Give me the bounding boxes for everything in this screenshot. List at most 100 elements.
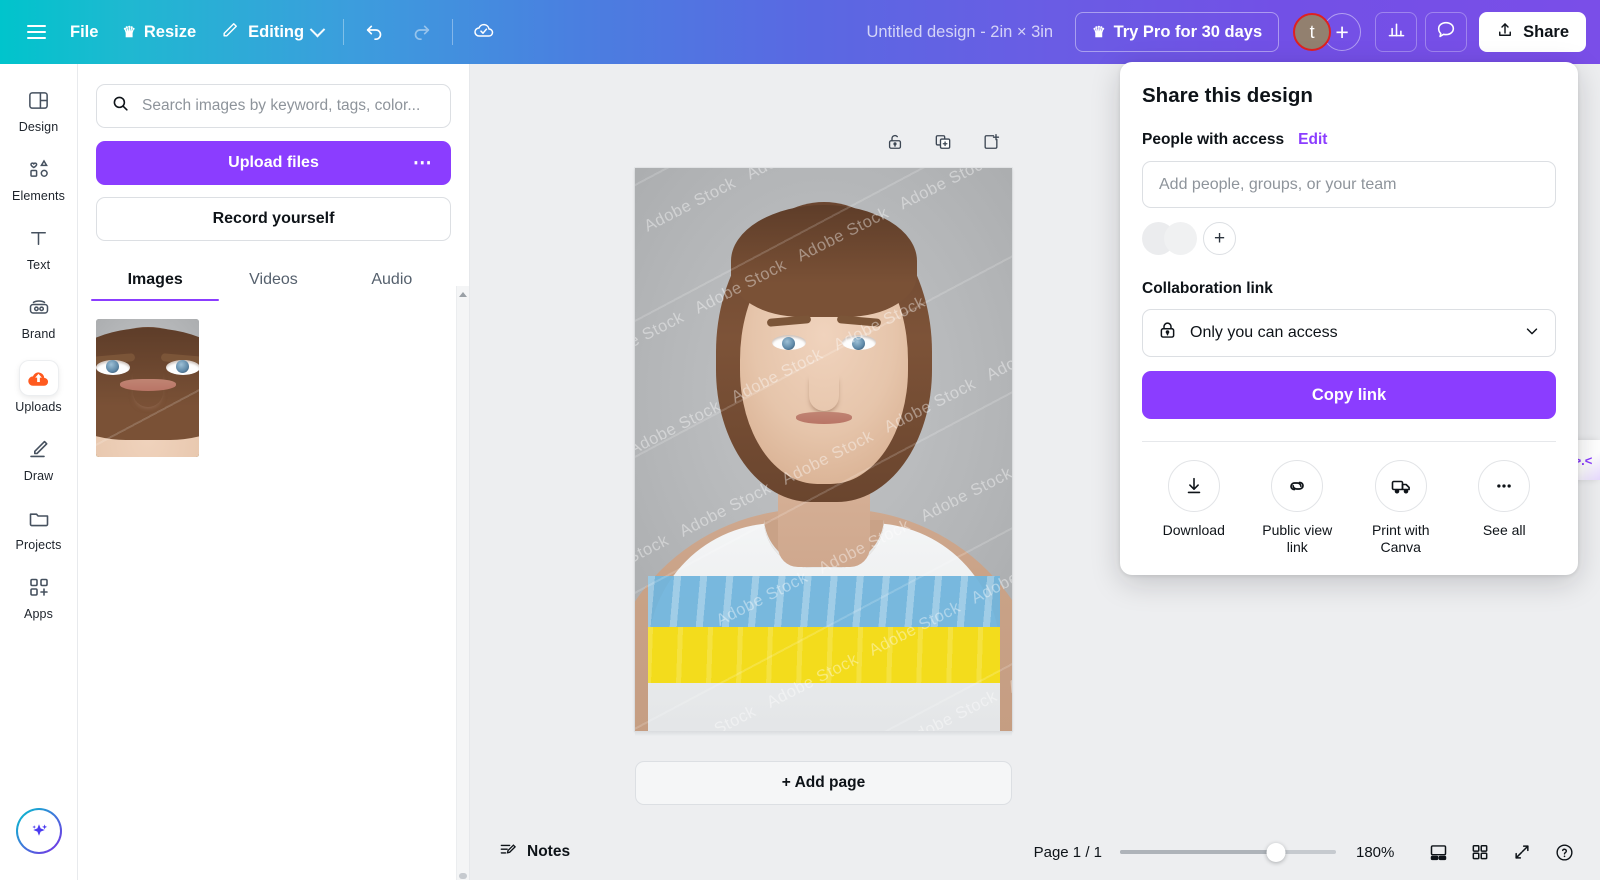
insights-button[interactable] — [1375, 12, 1418, 52]
public-view-link-action[interactable]: Public view link — [1246, 460, 1350, 555]
sidebar-label: Text — [26, 258, 51, 272]
uploads-tabs: Images Videos Audio — [96, 261, 451, 301]
truck-icon — [1374, 460, 1427, 512]
share-dialog: Share this design People with access Edi… — [1120, 62, 1578, 576]
tab-audio[interactable]: Audio — [333, 261, 451, 301]
sidebar-item-draw[interactable]: Draw — [3, 425, 75, 490]
add-page-button[interactable]: + Add page — [635, 761, 1012, 805]
uploads-cloud-icon — [19, 361, 58, 395]
access-level-select[interactable]: Only you can access — [1142, 309, 1556, 357]
editing-mode-button[interactable]: Editing — [208, 12, 335, 52]
fullscreen-icon[interactable] — [1504, 834, 1540, 870]
page-toolbar — [883, 132, 1003, 156]
search-input[interactable] — [142, 97, 436, 115]
undo-icon — [364, 19, 386, 46]
share-button[interactable]: Share — [1479, 12, 1586, 52]
help-icon[interactable] — [1546, 834, 1582, 870]
magic-sparkle-icon[interactable] — [16, 808, 62, 854]
duplicate-icon — [933, 132, 953, 157]
upload-files-label: Upload files — [228, 154, 319, 171]
zoom-slider[interactable] — [1120, 842, 1336, 862]
search-field[interactable] — [96, 84, 451, 128]
zoom-value[interactable]: 180% — [1356, 844, 1398, 861]
zoom-slider-handle[interactable] — [1266, 842, 1286, 862]
toolbar-divider-2 — [452, 19, 454, 45]
sidebar-item-brand[interactable]: Brand — [3, 283, 75, 348]
tab-label: Videos — [249, 271, 298, 288]
share-upload-icon — [1496, 21, 1514, 44]
sidebar-item-text[interactable]: Text — [3, 214, 75, 279]
notes-label: Notes — [527, 843, 571, 860]
tab-label: Audio — [371, 271, 413, 288]
share-divider — [1142, 441, 1556, 442]
sidebar-label: Design — [18, 120, 59, 134]
resize-label: Resize — [143, 22, 197, 41]
sidebar-item-uploads[interactable]: Uploads — [3, 352, 75, 421]
duplicate-page-button[interactable] — [931, 132, 955, 156]
tab-videos[interactable]: Videos — [214, 261, 332, 301]
people-with-access-label: People with access — [1142, 131, 1285, 148]
canva-editor: File ♛ Resize Editing Untitled design - … — [0, 0, 1600, 880]
page-counter: Page 1 / 1 — [1033, 843, 1102, 861]
sidebar-item-elements[interactable]: Elements — [3, 145, 75, 210]
uploads-scrollbar[interactable] — [456, 286, 469, 880]
sidebar-label: Draw — [23, 469, 54, 483]
draw-pen-icon — [24, 434, 54, 464]
notes-button[interactable]: Notes — [488, 834, 580, 871]
toolbar-divider-1 — [343, 19, 345, 45]
avatar[interactable]: t — [1293, 13, 1332, 51]
download-label: Download — [1162, 522, 1225, 538]
document-title[interactable]: Untitled design - 2in × 3in — [866, 23, 1053, 42]
tab-images[interactable]: Images — [96, 261, 214, 301]
collaborator-avatars: t + — [1293, 13, 1362, 51]
upload-files-button[interactable]: Upload files ⋯ — [96, 141, 451, 185]
scrollbar-thumb[interactable] — [459, 873, 467, 879]
cloud-save-status-button[interactable] — [461, 12, 507, 52]
edit-access-link[interactable]: Edit — [1298, 131, 1327, 149]
file-menu-button[interactable]: File — [58, 12, 110, 52]
page-shadow — [635, 731, 1012, 736]
try-pro-button[interactable]: ♛ Try Pro for 30 days — [1075, 12, 1280, 52]
sidebar-item-design[interactable]: Design — [3, 76, 75, 141]
sidebar-item-apps[interactable]: Apps — [3, 563, 75, 628]
lock-page-button[interactable] — [883, 132, 907, 156]
upload-thumbnail[interactable] — [96, 319, 199, 457]
people-avatars: + — [1142, 222, 1556, 255]
projects-folder-icon — [24, 503, 54, 533]
add-person-button[interactable]: + — [1203, 222, 1236, 255]
print-with-canva-label: Print with Canva — [1371, 522, 1430, 555]
more-dots-icon[interactable]: ⋯ — [413, 154, 433, 173]
comments-button[interactable] — [1425, 12, 1468, 52]
hamburger-icon — [26, 25, 46, 39]
sidebar-label: Uploads — [15, 400, 62, 414]
add-people-field[interactable] — [1142, 161, 1556, 208]
canvas-photo[interactable]: Adobe Stock Adobe Stock Adobe Stock Adob… — [635, 168, 1012, 731]
elements-icon — [24, 154, 54, 184]
lock-icon — [1157, 320, 1178, 346]
bottom-toolbar: Notes Page 1 / 1 180% — [470, 824, 1600, 880]
see-all-action[interactable]: See all — [1453, 460, 1557, 555]
redo-button[interactable] — [398, 12, 444, 52]
add-page-button-top[interactable] — [979, 132, 1003, 156]
share-dialog-title: Share this design — [1142, 84, 1313, 107]
avatar-placeholder — [1164, 222, 1197, 255]
page-view-icon[interactable] — [1420, 834, 1456, 870]
add-people-input[interactable] — [1159, 175, 1539, 194]
grid-view-icon[interactable] — [1462, 834, 1498, 870]
copy-link-button[interactable]: Copy link — [1142, 371, 1556, 419]
scroll-up-arrow-icon[interactable] — [459, 292, 467, 297]
top-toolbar: File ♛ Resize Editing Untitled design - … — [0, 0, 1600, 64]
redo-icon — [410, 19, 432, 46]
file-menu-label: File — [70, 22, 99, 41]
design-icon — [24, 85, 54, 115]
crown-icon: ♛ — [122, 23, 136, 41]
hamburger-menu-button[interactable] — [14, 12, 58, 52]
record-yourself-button[interactable]: Record yourself — [96, 197, 451, 241]
undo-button[interactable] — [352, 12, 398, 52]
public-view-link-label: Public view link — [1262, 522, 1333, 555]
design-page[interactable]: Adobe Stock Adobe Stock Adobe Stock Adob… — [635, 168, 1012, 731]
print-with-canva-action[interactable]: Print with Canva — [1349, 460, 1453, 555]
sidebar-item-projects[interactable]: Projects — [3, 494, 75, 559]
resize-button[interactable]: ♛ Resize — [110, 12, 208, 52]
download-action[interactable]: Download — [1142, 460, 1246, 555]
